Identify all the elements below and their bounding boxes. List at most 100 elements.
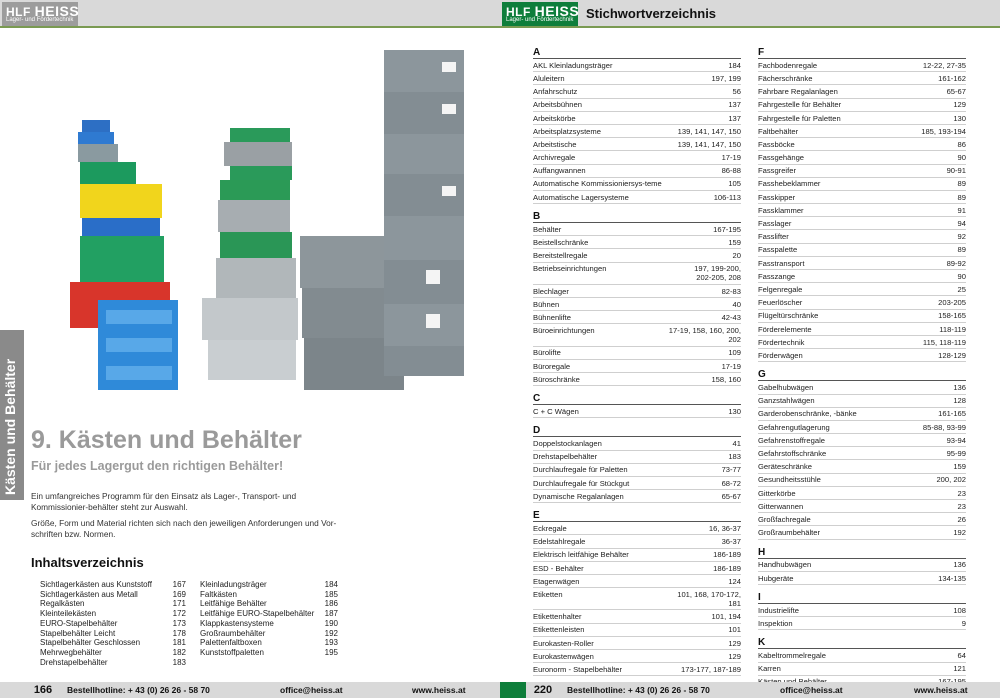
email-link[interactable]: office@heiss.at (280, 685, 343, 695)
toc-entry[interactable]: Stapelbehälter Leicht 178 (40, 629, 186, 639)
index-entry[interactable]: Gabelhubwägen 136 (758, 381, 966, 395)
index-entry[interactable]: Fasshebeklammer 89 (758, 178, 966, 191)
index-entry[interactable]: Garderobenschränke, -bänke 161-165 (758, 408, 966, 421)
index-entry[interactable]: Bühnen 40 (533, 298, 741, 312)
index-entry[interactable]: Doppelstockanlagen 41 (533, 437, 741, 451)
index-entry[interactable]: Eurokastenwägen 129 (533, 650, 741, 664)
index-entry[interactable]: Feuerlöscher 203-205 (758, 296, 966, 310)
index-entry[interactable]: Büroregale 17-19 (533, 360, 741, 373)
index-entry[interactable]: Etagenwägen 124 (533, 575, 741, 589)
index-entry[interactable]: Fasstransport 89-92 (758, 257, 966, 270)
index-entry[interactable]: Felgenregale 25 (758, 283, 966, 297)
index-entry[interactable]: Betriebseinrichtungen 197, 199-200, 202-2… (533, 263, 741, 285)
index-entry[interactable]: Blechlager 82-83 (533, 285, 741, 298)
index-entry[interactable]: Fassböcke 86 (758, 138, 966, 152)
index-entry[interactable]: Fassklammer 91 (758, 204, 966, 218)
toc-entry[interactable]: Klappkastensysteme 190 (200, 619, 338, 629)
toc-entry[interactable]: Sichtlagerkästen aus Kunststoff 167 (40, 580, 186, 590)
index-entry[interactable]: Handhubwägen 136 (758, 559, 966, 572)
toc-entry[interactable]: Palettenfaltboxen 193 (200, 638, 338, 648)
index-entry[interactable]: Fasslifter 92 (758, 230, 966, 244)
index-entry[interactable]: Förderelemente 118-119 (758, 323, 966, 336)
index-entry[interactable]: Automatische Kommissioniersys-teme 105 (533, 178, 741, 191)
index-entry[interactable]: Durchlaufregale für Stückgut 68-72 (533, 477, 741, 491)
index-entry[interactable]: Fassgehänge 90 (758, 151, 966, 165)
toc-entry[interactable]: Großraumbehälter 192 (200, 629, 338, 639)
index-entry[interactable]: Bühnenlifte 42-43 (533, 311, 741, 325)
website-link[interactable]: www.heiss.at (914, 685, 968, 695)
toc-entry[interactable]: Regalkästen 171 (40, 599, 186, 609)
index-entry[interactable]: AKL Kleinladungsträger 184 (533, 59, 741, 73)
toc-entry[interactable]: Kleinladungsträger 184 (200, 580, 338, 590)
index-entry[interactable]: Edelstahlregale 36-37 (533, 535, 741, 549)
index-entry[interactable]: Bürolifte 109 (533, 347, 741, 360)
index-entry[interactable]: Fasslager 94 (758, 217, 966, 231)
toc-entry[interactable]: Leitfähige EURO-Stapelbehälter 187 (200, 609, 338, 619)
toc-entry[interactable]: Sichtlagerkästen aus Metall 169 (40, 590, 186, 600)
index-entry[interactable]: Etikettenleisten 101 (533, 624, 741, 637)
index-entry[interactable]: Automatische Lagersysteme 106-113 (533, 191, 741, 205)
index-entry[interactable]: Fahrgestelle für Paletten 130 (758, 112, 966, 125)
index-entry[interactable]: Büroeinrichtungen 17-19, 158, 160, 200, 2… (533, 324, 741, 347)
index-entry[interactable]: Fasskipper 89 (758, 191, 966, 205)
index-entry[interactable]: Fachbodenregale 12-22, 27-35 (758, 59, 966, 73)
index-entry[interactable]: Dynamische Regalanlagen 65-67 (533, 490, 741, 504)
toc-entry[interactable]: EURO-Stapelbehälter 173 (40, 619, 186, 629)
index-entry[interactable]: Gitterkörbe 23 (758, 487, 966, 500)
index-entry[interactable]: Etikettenhalter 101, 194 (533, 610, 741, 624)
index-entry[interactable]: Arbeitsplatzsysteme 139, 141, 147, 150 (533, 125, 741, 139)
index-entry[interactable]: Faltbehälter 185, 193-194 (758, 125, 966, 139)
index-entry[interactable]: Fächerschränke 161-162 (758, 72, 966, 86)
index-entry[interactable]: Aluleitern 197, 199 (533, 72, 741, 86)
index-entry[interactable]: Archivregale 17-19 (533, 151, 741, 165)
index-entry[interactable]: Gefahrenstoffregale 93-94 (758, 434, 966, 448)
index-entry[interactable]: Auffangwannen 86-88 (533, 165, 741, 178)
index-entry[interactable]: Förderwägen 128-129 (758, 349, 966, 363)
index-entry[interactable]: Großraumbehälter 192 (758, 526, 966, 540)
index-entry[interactable]: Flügeltürschränke 158-165 (758, 310, 966, 323)
index-entry[interactable]: Beistellschränke 159 (533, 236, 741, 250)
toc-entry[interactable]: Faltkästen 185 (200, 590, 338, 600)
index-entry[interactable]: Drehstapelbehälter 183 (533, 451, 741, 464)
index-entry[interactable]: Arbeitskörbe 137 (533, 112, 741, 125)
index-entry[interactable]: Gesundheitsstühle 200, 202 (758, 474, 966, 487)
index-entry[interactable]: Kabeltrommelregale 64 (758, 649, 966, 663)
index-entry[interactable]: Fahrbare Regalanlagen 65-67 (758, 85, 966, 99)
index-entry[interactable]: Karren 121 (758, 663, 966, 676)
index-entry[interactable]: Inspektion 9 (758, 617, 966, 631)
index-entry[interactable]: Elektrisch leitfähige Behälter 186-189 (533, 549, 741, 562)
index-entry[interactable]: Euronorm - Stapelbehälter 173-177, 187-18… (533, 663, 741, 677)
toc-entry[interactable]: Kleinteilekästen 172 (40, 609, 186, 619)
index-entry[interactable]: Anfahrschutz 56 (533, 85, 741, 99)
index-entry[interactable]: Industrielifte 108 (758, 604, 966, 618)
index-entry[interactable]: Fasspalette 89 (758, 244, 966, 257)
index-entry[interactable]: Fassgreifer 90-91 (758, 165, 966, 178)
index-entry[interactable]: Bereitstellregale 20 (533, 249, 741, 263)
index-entry[interactable]: Fördertechnik 115, 118-119 (758, 336, 966, 350)
index-entry[interactable]: Fasszange 90 (758, 270, 966, 284)
website-link[interactable]: www.heiss.at (412, 685, 466, 695)
index-entry[interactable]: Arbeitstische 139, 141, 147, 150 (533, 138, 741, 152)
index-entry[interactable]: Geräteschränke 159 (758, 460, 966, 474)
index-entry[interactable]: Büroschränke 158, 160 (533, 373, 741, 387)
index-entry[interactable]: Eurokasten-Roller 129 (533, 637, 741, 650)
index-entry[interactable]: ESD - Behälter 186-189 (533, 562, 741, 575)
toc-entry[interactable]: Kunststoffpaletten 195 (200, 648, 338, 658)
toc-entry[interactable]: Mehrwegbehälter 182 (40, 648, 186, 658)
index-entry[interactable]: Gefahrstoffschränke 95-99 (758, 447, 966, 461)
index-entry[interactable]: Fahrgestelle für Behälter 129 (758, 99, 966, 112)
index-entry[interactable]: Ganzstahlwägen 128 (758, 395, 966, 408)
index-entry[interactable]: Hubgeräte 134-135 (758, 572, 966, 585)
toc-entry[interactable]: Drehstapelbehälter 183 (40, 658, 186, 668)
index-entry[interactable]: Eckregale 16, 36-37 (533, 522, 741, 536)
email-link[interactable]: office@heiss.at (780, 685, 843, 695)
toc-entry[interactable]: Leitfähige Behälter 186 (200, 599, 338, 609)
index-entry[interactable]: Arbeitsbühnen 137 (533, 99, 741, 112)
index-entry[interactable]: Behälter 167-195 (533, 223, 741, 237)
index-entry[interactable]: C + C Wägen 130 (533, 405, 741, 419)
index-entry[interactable]: Großfachregale 26 (758, 513, 966, 527)
index-entry[interactable]: Durchlaufregale für Paletten 73-77 (533, 464, 741, 477)
index-entry[interactable]: Gefahrengutlagerung 85-88, 93-99 (758, 421, 966, 435)
index-entry[interactable]: Etiketten 101, 168, 170-172, 181 (533, 588, 741, 611)
index-entry[interactable]: Gitterwannen 23 (758, 500, 966, 514)
